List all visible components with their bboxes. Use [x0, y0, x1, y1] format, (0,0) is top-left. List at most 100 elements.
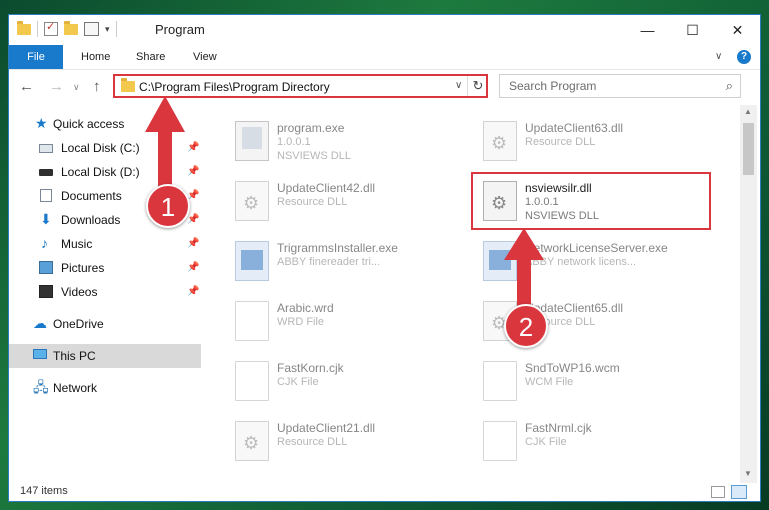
file-list: program.exe 1.0.0.1 NSVIEWS DLL UpdateCl… [205, 105, 738, 483]
file-detail: ABBY network licens... [525, 256, 637, 268]
file-detail: ABBY finereader tri... [277, 256, 381, 268]
navigation-bar: ← → ∨ ↑ C:\Program Files\Program Directo… [9, 70, 760, 104]
pin-icon[interactable]: 📌 [187, 280, 199, 304]
up-arrow-icon[interactable]: ↑ [93, 78, 101, 95]
file-name: TrigrammsInstaller.exe [277, 241, 398, 255]
sidebar-item-this-pc[interactable]: This PC [9, 344, 201, 368]
file-name: Arabic.wrd [277, 301, 334, 315]
sidebar-item-music[interactable]: ♪ Music 📌 [9, 232, 201, 256]
tab-home[interactable]: Home [69, 45, 122, 69]
file-name: UpdateClient21.dll [277, 421, 376, 435]
folder-icon [121, 78, 135, 92]
title-bar: ▾ Program — ☐ ✕ [9, 15, 760, 45]
gear-file-icon [235, 181, 269, 221]
sidebar-item-label: Pictures [61, 261, 105, 275]
file-tile-fastkorn[interactable]: FastKorn.cjk CJK File [205, 353, 445, 409]
expand-ribbon-chevron-icon[interactable]: ∨ [715, 51, 722, 62]
toolbar-divider [37, 21, 38, 37]
navigation-pane: ★ Quick access Local Disk (C:) 📌 Local D… [9, 105, 201, 483]
file-detail: CJK File [525, 436, 567, 448]
tiles-view-icon[interactable] [731, 485, 747, 499]
pin-icon[interactable]: 📌 [187, 232, 199, 256]
sidebar-item-pictures[interactable]: Pictures 📌 [9, 256, 201, 280]
vertical-scrollbar[interactable]: ▲ ▼ [740, 105, 757, 483]
file-tile-program-exe[interactable]: program.exe 1.0.0.1 NSVIEWS DLL [205, 113, 445, 169]
close-button[interactable]: ✕ [715, 15, 760, 45]
help-icon[interactable]: ? [737, 50, 751, 64]
quick-access-toolbar: ▾ [17, 20, 117, 37]
file-name: UpdateClient63.dll [525, 121, 624, 135]
refresh-icon[interactable]: ↻ [467, 76, 488, 96]
file-detail: 1.0.0.1 [277, 136, 311, 148]
forward-arrow-icon[interactable]: → [49, 78, 64, 95]
recent-locations-chevron-icon[interactable]: ∨ [73, 82, 80, 93]
gear-file-icon [235, 421, 269, 461]
file-detail: Resource DLL [525, 136, 596, 148]
file-detail: CJK File [277, 376, 319, 388]
file-tile-trigrammsinstaller[interactable]: TrigrammsInstaller.exe ABBY finereader t… [205, 233, 445, 289]
document-icon [235, 361, 269, 401]
file-detail: WCM File [525, 376, 574, 388]
file-tile-updateclient42[interactable]: UpdateClient42.dll Resource DLL [205, 173, 445, 229]
download-icon: ⬇ [40, 211, 52, 227]
file-tile-updateclient21[interactable]: UpdateClient21.dll Resource DLL [205, 413, 445, 469]
address-path[interactable]: C:\Program Files\Program Directory [139, 80, 330, 94]
exe-icon [483, 241, 517, 281]
file-name: FastKorn.cjk [277, 361, 344, 375]
search-placeholder: Search Program [509, 79, 597, 93]
back-arrow-icon[interactable]: ← [19, 78, 34, 95]
pin-icon[interactable]: 📌 [187, 256, 199, 280]
scroll-up-icon[interactable]: ▲ [744, 107, 752, 116]
properties-icon[interactable] [84, 22, 99, 36]
new-folder-icon[interactable] [64, 20, 78, 35]
scrollbar-thumb[interactable] [743, 123, 754, 175]
item-count: 147 items [20, 485, 68, 497]
cloud-icon: ☁ [33, 315, 47, 331]
documents-icon [40, 189, 52, 202]
tab-view[interactable]: View [181, 45, 229, 69]
maximize-button[interactable]: ☐ [670, 15, 715, 45]
details-view-icon[interactable] [711, 486, 725, 498]
file-tile-updateclient63[interactable]: UpdateClient63.dll Resource DLL [453, 113, 693, 169]
sidebar-item-label: Videos [61, 285, 98, 299]
scroll-down-icon[interactable]: ▼ [744, 469, 752, 478]
toolbar-divider [115, 21, 117, 37]
pictures-icon [39, 261, 53, 274]
file-name: FastNrml.cjk [525, 421, 592, 435]
sidebar-item-videos[interactable]: Videos 📌 [9, 280, 201, 304]
tab-file[interactable]: File [9, 45, 63, 69]
search-icon[interactable]: ⌕ [726, 78, 733, 94]
file-tile-networklicenseserver[interactable]: NetworkLicenseServer.exe ABBY network li… [453, 233, 693, 289]
file-detail: Resource DLL [277, 436, 348, 448]
drive-icon [39, 169, 53, 176]
minimize-button[interactable]: — [625, 15, 670, 45]
sidebar-item-onedrive[interactable]: ☁ OneDrive [9, 312, 201, 336]
file-detail: WRD File [277, 316, 325, 328]
sidebar-item-local-disk-d[interactable]: Local Disk (D:) 📌 [9, 160, 201, 184]
pin-icon[interactable]: 📌 [187, 136, 199, 160]
file-tile-arabic-wrd[interactable]: Arabic.wrd WRD File [205, 293, 445, 349]
document-icon [235, 301, 269, 341]
document-icon [483, 421, 517, 461]
explorer-window: ▾ Program — ☐ ✕ File Home Share View ∨ ?… [8, 14, 761, 502]
file-tile-updateclient65[interactable]: UpdateClient65.dll Resource DLL [453, 293, 693, 349]
file-detail: Resource DLL [277, 196, 348, 208]
address-history-chevron-icon[interactable]: ∨ [455, 80, 462, 91]
tab-share[interactable]: Share [124, 45, 177, 69]
ribbon-tabs: File Home Share View ∨ ? [9, 45, 760, 70]
file-detail: NSVIEWS DLL [277, 150, 351, 162]
folder-icon [17, 20, 31, 35]
properties-check-icon[interactable] [44, 20, 58, 36]
sidebar-item-local-disk-c[interactable]: Local Disk (C:) 📌 [9, 136, 201, 160]
sidebar-item-label: OneDrive [53, 317, 104, 331]
sidebar-item-quick-access[interactable]: ★ Quick access [9, 112, 201, 136]
sidebar-item-label: Downloads [61, 213, 121, 227]
sidebar-item-network[interactable]: 🖧 Network [9, 376, 201, 400]
window-title: Program [155, 22, 205, 37]
customize-toolbar-chevron-icon[interactable]: ▾ [105, 24, 110, 35]
address-bar[interactable]: C:\Program Files\Program Directory ∨ ↻ [113, 74, 488, 98]
search-input[interactable]: Search Program ⌕ [499, 74, 741, 98]
file-tile-sndtowp16[interactable]: SndToWP16.wcm WCM File [453, 353, 693, 409]
pin-icon[interactable]: 📌 [187, 160, 199, 184]
file-tile-fastnrml[interactable]: FastNrml.cjk CJK File [453, 413, 693, 469]
